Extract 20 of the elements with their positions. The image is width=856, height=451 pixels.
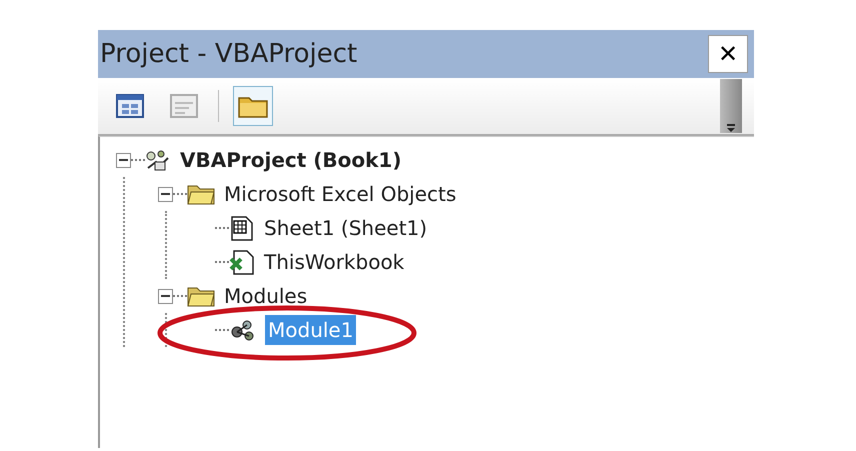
workbook-icon [229,249,255,275]
toolbar-button[interactable] [233,86,273,126]
project-icon [145,148,171,172]
tree-item[interactable]: Sheet1 (Sheet1) [261,213,430,243]
folder-icon [187,285,215,307]
spreadsheet-icon [229,215,255,241]
tree-item[interactable]: VBAProject (Book1) [177,145,404,175]
collapse-toggle[interactable] [158,186,173,202]
toolbar-overflow-button[interactable] [720,79,742,133]
tree-item[interactable]: Microsoft Excel Objects [221,179,460,209]
form-icon [116,94,144,118]
collapse-toggle[interactable] [158,288,173,304]
dropdown-icon [726,123,736,133]
folder-icon [187,183,215,205]
collapse-toggle[interactable] [116,152,131,168]
close-button[interactable]: ✕ [708,35,748,73]
window-title: Project - VBAProject [100,38,358,70]
code-window-icon [170,94,198,118]
tree-item[interactable]: ThisWorkbook [261,247,408,277]
tree-item[interactable]: Modules [221,281,310,311]
